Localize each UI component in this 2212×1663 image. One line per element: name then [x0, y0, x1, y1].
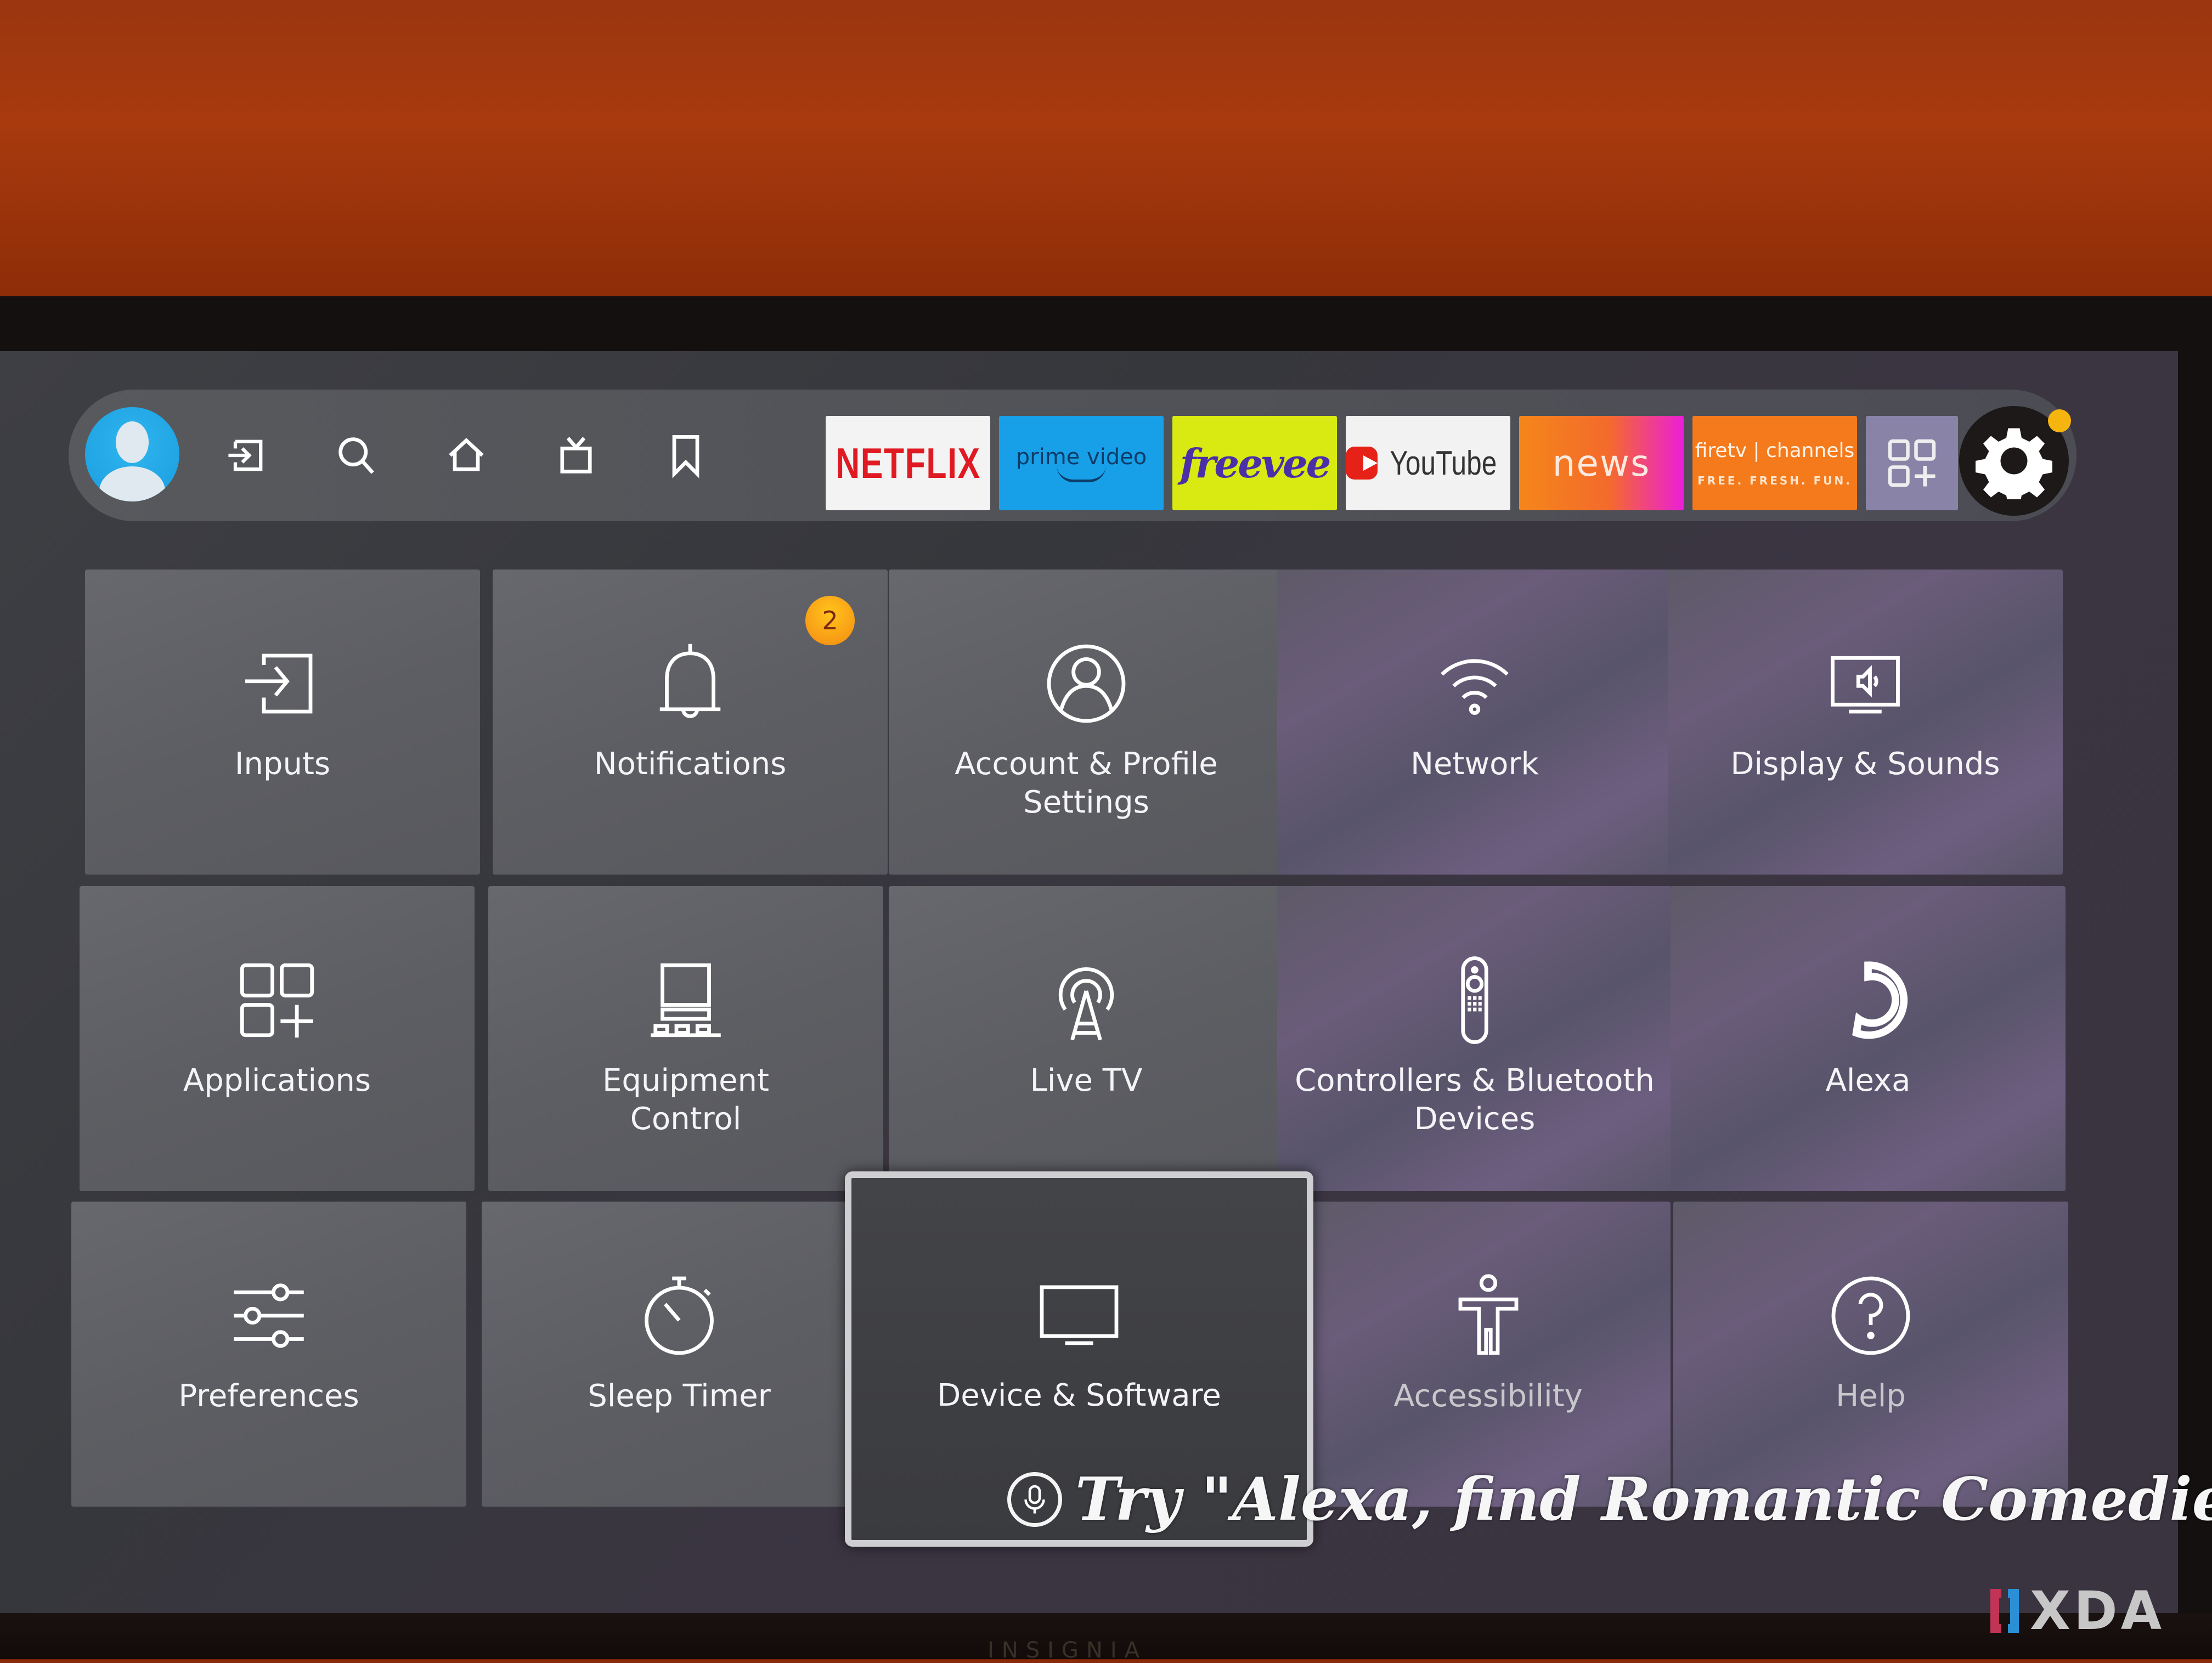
- gear-icon: [1976, 428, 2052, 499]
- tile-label: Live TV: [1030, 1063, 1143, 1098]
- tile-help[interactable]: Help: [1673, 1202, 2068, 1507]
- netflix-logo: NETFLIX: [835, 438, 981, 487]
- tv-monitor-icon: [1030, 1266, 1128, 1365]
- tile-equipment-control[interactable]: Equipment Control: [488, 886, 883, 1191]
- tile-inputs[interactable]: Inputs: [85, 570, 480, 875]
- antenna-icon: [1037, 951, 1136, 1050]
- tile-label: Help: [1836, 1378, 1906, 1414]
- wall-background: [0, 0, 2212, 307]
- prime-video-app-tile[interactable]: prime video: [999, 416, 1164, 510]
- account-icon: [1037, 634, 1136, 733]
- profile-avatar-icon[interactable]: [85, 407, 179, 501]
- tile-label: Device & Software: [937, 1378, 1221, 1413]
- xda-watermark: XDA: [1990, 1580, 2165, 1642]
- notification-count-badge: 2: [805, 596, 855, 645]
- apps-grid-icon: [228, 951, 326, 1050]
- tile-controllers-bluetooth-devices[interactable]: Controllers & Bluetooth Devices: [1277, 886, 1672, 1191]
- netflix-app-tile[interactable]: NETFLIX: [826, 416, 990, 510]
- freevee-app-tile[interactable]: freevee: [1172, 416, 1337, 510]
- remote-icon: [1425, 951, 1524, 1050]
- tile-display-sounds[interactable]: Display & Sounds: [1668, 570, 2063, 875]
- tile-network[interactable]: Network: [1277, 570, 1672, 875]
- accessibility-icon: [1439, 1266, 1538, 1365]
- firetv-channels-logo: firetv | channels: [1695, 439, 1855, 462]
- xda-bracket-right-icon: [2008, 1589, 2019, 1633]
- stopwatch-icon: [630, 1266, 729, 1365]
- tile-label: Network: [1410, 746, 1539, 782]
- bookmark-icon[interactable]: [661, 431, 710, 480]
- equipment-icon: [636, 951, 735, 1050]
- sliders-icon: [219, 1266, 318, 1365]
- tile-label: Alexa: [1825, 1063, 1911, 1098]
- help-icon: [1821, 1266, 1920, 1365]
- top-navigation-bar: NETFLIX prime video freevee YouTube news…: [69, 390, 2076, 521]
- youtube-logo: YouTube: [1390, 444, 1497, 482]
- search-icon[interactable]: [332, 431, 381, 480]
- firetv-channels-tagline: FREE. FRESH. FUN.: [1697, 473, 1852, 487]
- settings-notification-dot: [2048, 409, 2071, 432]
- freevee-logo: freevee: [1180, 439, 1331, 487]
- youtube-app-tile[interactable]: YouTube: [1346, 416, 1510, 510]
- tile-label: Sleep Timer: [588, 1378, 771, 1414]
- tile-accessibility[interactable]: Accessibility: [1306, 1202, 1671, 1507]
- tv-brand: INSIGNIA: [988, 1638, 1147, 1663]
- tile-notifications[interactable]: 2 Notifications: [493, 570, 888, 875]
- alexa-hint-text: Try "Alexa, find Romantic Comedies": [1075, 1465, 2212, 1534]
- tile-label: Preferences: [178, 1378, 359, 1414]
- tile-label: Controllers & Bluetooth Devices: [1295, 1063, 1655, 1137]
- alexa-hint: Try "Alexa, find Romantic Comedies": [1007, 1465, 2212, 1534]
- all-apps-button[interactable]: [1866, 416, 1958, 510]
- tile-preferences[interactable]: Preferences: [71, 1202, 466, 1507]
- firetv-channels-app-tile[interactable]: firetv | channels FREE. FRESH. FUN.: [1692, 416, 1857, 510]
- news-logo: news: [1552, 442, 1651, 484]
- tile-alexa[interactable]: Alexa: [1671, 886, 2066, 1191]
- tile-label: Display & Sounds: [1730, 746, 2000, 782]
- microphone-icon: [1007, 1472, 1062, 1527]
- xda-bracket-left-icon: [1990, 1589, 2001, 1633]
- tile-label: Notifications: [594, 746, 787, 782]
- tv-icon[interactable]: [551, 431, 601, 480]
- tile-label: Inputs: [234, 746, 331, 782]
- youtube-play-icon: [1346, 447, 1378, 480]
- input-icon: [233, 634, 332, 733]
- tile-sleep-timer[interactable]: Sleep Timer: [482, 1202, 877, 1507]
- display-sound-icon: [1816, 634, 1915, 733]
- input-icon[interactable]: [222, 431, 272, 480]
- tile-label: Account & Profile Settings: [955, 746, 1218, 820]
- tile-label: Applications: [183, 1063, 371, 1098]
- apps-grid-icon: [1888, 439, 1936, 487]
- alexa-icon: [1819, 951, 1917, 1050]
- news-app-tile[interactable]: news: [1519, 416, 1684, 510]
- tile-account-profile-settings[interactable]: Account & Profile Settings: [889, 570, 1284, 875]
- tile-live-tv[interactable]: Live TV: [889, 886, 1284, 1191]
- xda-logo-text: XDA: [2030, 1580, 2165, 1642]
- tile-label: Accessibility: [1393, 1378, 1583, 1414]
- tile-label: Equipment Control: [602, 1063, 769, 1137]
- bell-icon: [641, 634, 740, 733]
- tile-applications[interactable]: Applications: [80, 886, 475, 1191]
- prime-smile-icon: [1057, 465, 1106, 482]
- tv-screen: NETFLIX prime video freevee YouTube news…: [0, 351, 2212, 1613]
- wifi-icon: [1425, 634, 1524, 733]
- home-icon[interactable]: [442, 431, 491, 480]
